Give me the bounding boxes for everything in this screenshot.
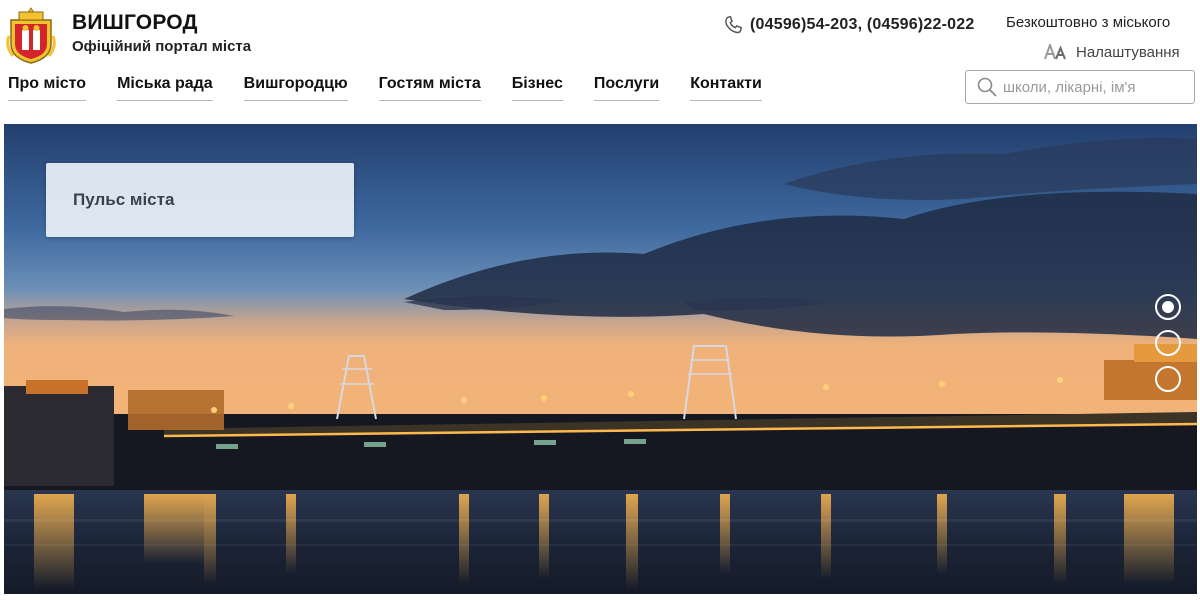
search-input[interactable] — [1003, 78, 1193, 96]
search-icon[interactable] — [977, 77, 997, 97]
slider-dot-1[interactable] — [1155, 294, 1181, 320]
nav-item-services[interactable]: Послуги — [593, 75, 660, 101]
main-nav: Про місто Міська рада Вишгородцю Гостям … — [8, 75, 793, 101]
settings-label: Налаштування — [1076, 43, 1180, 61]
nav-item-residents[interactable]: Вишгородцю — [243, 75, 348, 101]
slider-dot-3[interactable] — [1155, 366, 1181, 392]
nav-item-guests[interactable]: Гостям міста — [378, 75, 481, 101]
nav-item-city-council[interactable]: Міська рада — [117, 75, 213, 101]
hero-slider: Пульс міста — [4, 124, 1197, 594]
coat-of-arms-logo[interactable] — [5, 6, 57, 64]
search-box — [965, 70, 1195, 104]
settings-button[interactable]: Налаштування — [1044, 41, 1180, 63]
nav-item-about[interactable]: Про місто — [8, 75, 87, 101]
site-title[interactable]: ВИШГОРОД — [72, 11, 198, 35]
nav-item-contacts[interactable]: Контакти — [690, 75, 762, 101]
site-header: ВИШГОРОД Офіційний портал міста (04596)5… — [0, 0, 1200, 120]
nav-item-business[interactable]: Бізнес — [511, 75, 563, 101]
phone-block: (04596)54-203, (04596)22-022 — [722, 12, 974, 38]
font-size-icon — [1044, 44, 1066, 60]
city-pulse-card[interactable]: Пульс міста — [46, 163, 354, 237]
free-call-note: Безкоштовно з міського — [1006, 14, 1171, 31]
slider-pagination — [1155, 294, 1185, 394]
phone-icon — [725, 16, 742, 34]
slider-dot-2[interactable] — [1155, 330, 1181, 356]
site-subtitle: Офіційний портал міста — [72, 38, 252, 55]
phone-numbers[interactable]: (04596)54-203, (04596)22-022 — [750, 16, 974, 34]
city-pulse-label: Пульс міста — [73, 190, 175, 209]
